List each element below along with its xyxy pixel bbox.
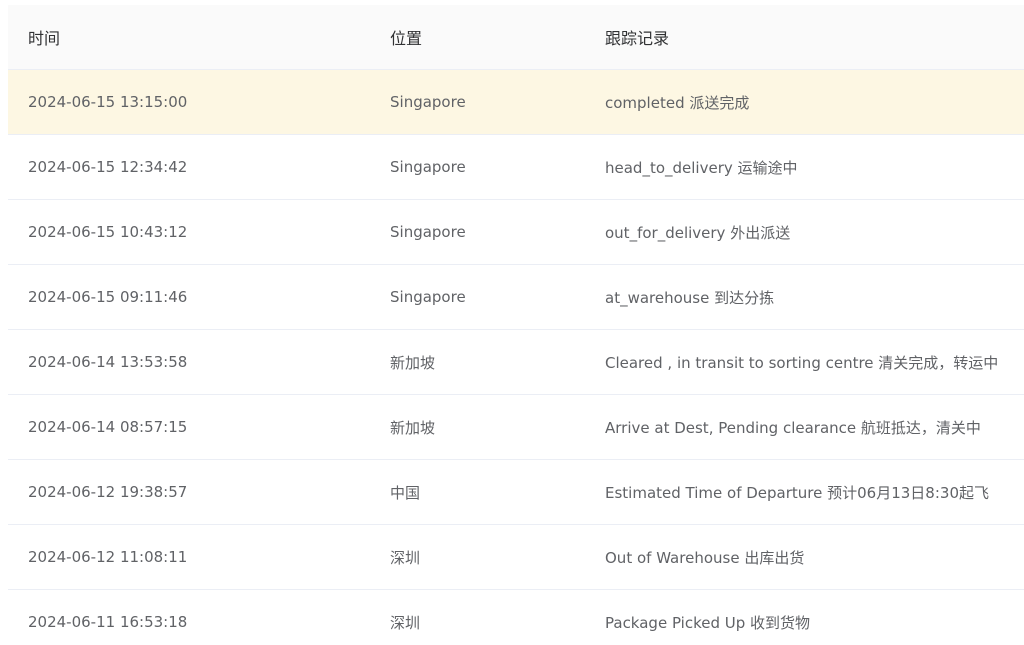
cell-record: Arrive at Dest, Pending clearance 航班抵达，清… — [605, 418, 981, 437]
cell-location: 深圳 — [390, 548, 421, 567]
cell-record: Package Picked Up 收到货物 — [605, 613, 811, 632]
cell-location: 新加坡 — [390, 353, 436, 372]
cell-record: Cleared , in transit to sorting centre 清… — [605, 353, 999, 372]
cell-time: 2024-06-15 13:15:00 — [28, 93, 188, 111]
cell-time: 2024-06-15 10:43:12 — [28, 223, 188, 241]
column-header-location: 位置 — [390, 29, 423, 48]
table-row[interactable]: 2024-06-15 13:15:00 Singapore completed … — [8, 70, 1024, 135]
cell-time: 2024-06-12 19:38:57 — [28, 483, 188, 501]
cell-time: 2024-06-14 13:53:58 — [28, 353, 188, 371]
cell-record: at_warehouse 到达分拣 — [605, 288, 775, 307]
table-row[interactable]: 2024-06-12 19:38:57 中国 Estimated Time of… — [8, 460, 1024, 525]
cell-time: 2024-06-14 08:57:15 — [28, 418, 188, 436]
cell-time: 2024-06-15 12:34:42 — [28, 158, 188, 176]
cell-time: 2024-06-12 11:08:11 — [28, 548, 188, 566]
cell-record: head_to_delivery 运输途中 — [605, 158, 798, 177]
cell-record: completed 派送完成 — [605, 93, 750, 112]
cell-time: 2024-06-11 16:53:18 — [28, 613, 188, 631]
cell-location: 深圳 — [390, 613, 421, 632]
table-row[interactable]: 2024-06-12 11:08:11 深圳 Out of Warehouse … — [8, 525, 1024, 590]
cell-record: Estimated Time of Departure 预计06月13日8:30… — [605, 483, 989, 502]
cell-location: Singapore — [390, 288, 466, 306]
cell-location: Singapore — [390, 158, 466, 176]
column-header-record: 跟踪记录 — [605, 29, 670, 48]
cell-location: 中国 — [390, 483, 421, 502]
table-row[interactable]: 2024-06-14 08:57:15 新加坡 Arrive at Dest, … — [8, 395, 1024, 460]
tracking-table: 时间 位置 跟踪记录 2024-06-15 13:15:00 Singapore… — [8, 5, 1024, 645]
cell-time: 2024-06-15 09:11:46 — [28, 288, 188, 306]
table-row[interactable]: 2024-06-11 16:53:18 深圳 Package Picked Up… — [8, 590, 1024, 645]
table-row[interactable]: 2024-06-15 10:43:12 Singapore out_for_de… — [8, 200, 1024, 265]
cell-location: Singapore — [390, 223, 466, 241]
cell-record: Out of Warehouse 出库出货 — [605, 548, 805, 567]
table-row[interactable]: 2024-06-14 13:53:58 新加坡 Cleared , in tra… — [8, 330, 1024, 395]
table-row[interactable]: 2024-06-15 12:34:42 Singapore head_to_de… — [8, 135, 1024, 200]
cell-location: Singapore — [390, 93, 466, 111]
table-row[interactable]: 2024-06-15 09:11:46 Singapore at_warehou… — [8, 265, 1024, 330]
cell-record: out_for_delivery 外出派送 — [605, 223, 791, 242]
cell-location: 新加坡 — [390, 418, 436, 437]
column-header-time: 时间 — [28, 29, 61, 48]
table-header: 时间 位置 跟踪记录 — [8, 5, 1024, 70]
